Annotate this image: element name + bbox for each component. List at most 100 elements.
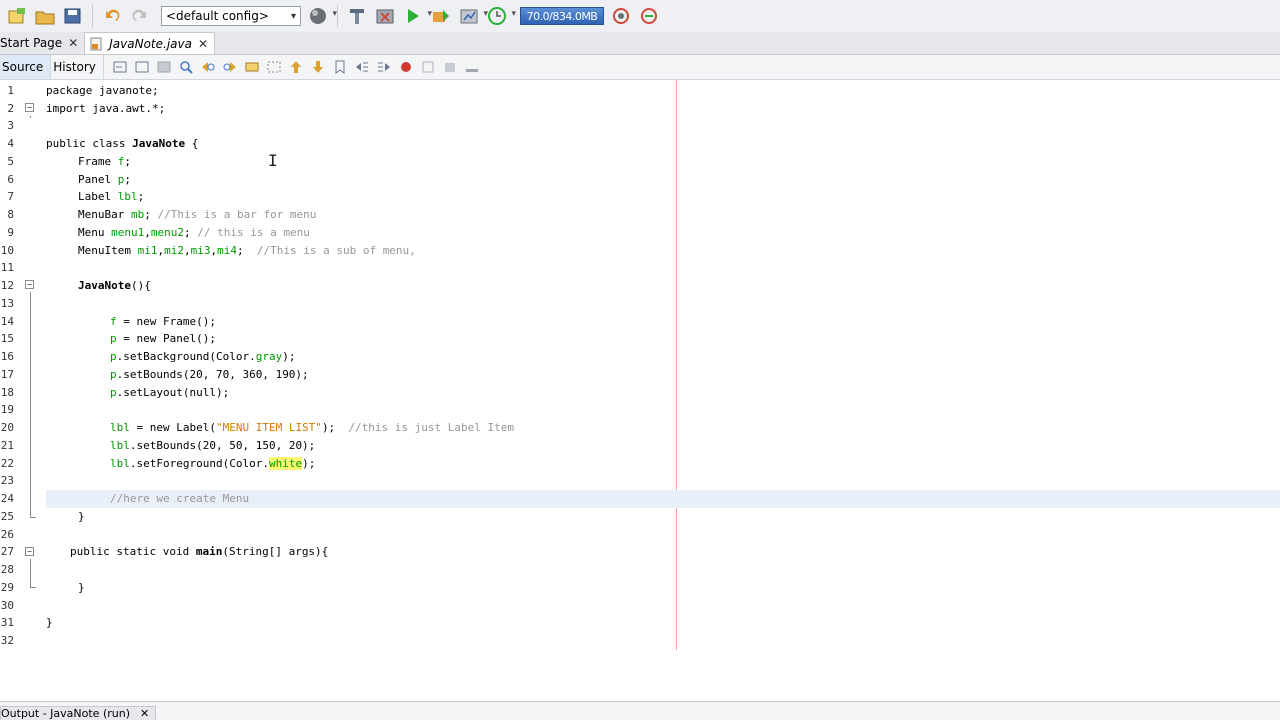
toggle-rect-select-icon[interactable]	[266, 59, 282, 75]
code-line-24: //here we create Menu	[110, 492, 250, 505]
line-number: 3	[7, 119, 14, 132]
config-dropdown[interactable]: <default config> ▾	[161, 6, 301, 26]
globe-icon[interactable]	[307, 5, 337, 27]
undo-icon[interactable]	[101, 5, 123, 27]
code-line-9: Menu menu1,menu2; // this is a menu	[78, 226, 310, 239]
memory-indicator[interactable]: 70.0/834.0MB	[520, 7, 604, 25]
forward-icon[interactable]	[156, 59, 172, 75]
new-file-icon[interactable]	[6, 5, 28, 27]
code-line-29: }	[78, 581, 85, 594]
source-tab[interactable]: Source	[0, 55, 52, 79]
prev-bookmark-icon[interactable]	[288, 59, 304, 75]
output-tab-label: Output - JavaNote (run)	[1, 707, 130, 720]
reset-icon[interactable]	[638, 5, 660, 27]
line-number: 10	[0, 244, 14, 257]
line-number: 16	[0, 350, 14, 363]
code-line-17: p.setBounds(20, 70, 360, 190);	[110, 368, 309, 381]
code-line-12: JavaNote(){	[78, 279, 151, 292]
output-tab[interactable]: Output - JavaNote (run) ✕	[0, 706, 157, 720]
code-line-22: lbl.setForeground(Color.white);	[110, 457, 316, 470]
close-icon[interactable]: ✕	[198, 37, 208, 51]
code-line-5: Frame f;	[78, 155, 131, 168]
code-line-7: Label lbl;	[78, 190, 145, 203]
java-file-icon	[90, 37, 102, 50]
find-previous-icon[interactable]	[200, 59, 216, 75]
fold-guide	[30, 116, 31, 118]
fold-toggle-icon[interactable]: −	[25, 547, 34, 556]
clean-build-icon[interactable]	[346, 5, 368, 27]
code-line-6: Panel p;	[78, 173, 131, 186]
last-edit-icon[interactable]	[112, 59, 128, 75]
line-number: 9	[7, 226, 14, 239]
tab-javanote-java[interactable]: JavaNote.java ✕	[84, 32, 216, 54]
code-line-31: }	[46, 616, 53, 629]
build-icon[interactable]	[374, 5, 396, 27]
profile-icon[interactable]	[458, 5, 488, 27]
comment-icon[interactable]	[442, 59, 458, 75]
fold-guide-end	[30, 587, 36, 588]
editor-toolbar: Source History	[0, 55, 1280, 80]
right-margin-line	[676, 80, 677, 650]
uncomment-icon[interactable]	[464, 59, 480, 75]
line-number: 8	[7, 208, 14, 221]
pause-icon[interactable]	[486, 5, 516, 27]
fold-guide	[30, 292, 31, 518]
tab-start-page[interactable]: Start Page ✕	[0, 32, 84, 54]
line-number: 29	[0, 581, 14, 594]
back-icon[interactable]	[134, 59, 150, 75]
code-line-4: public class JavaNote {	[46, 137, 199, 150]
line-number: 6	[7, 173, 14, 186]
shift-left-icon[interactable]	[354, 59, 370, 75]
line-number: 12	[0, 279, 14, 292]
code-editor[interactable]: 1 2 3 4 5 6 7 8 9 10 11 12 13 14 15 16 1…	[0, 80, 1280, 701]
code-line-27: public static void main(String[] args){	[70, 545, 329, 558]
code-line-15: p = new Panel();	[110, 332, 216, 345]
find-next-icon[interactable]	[222, 59, 238, 75]
history-tab[interactable]: History	[51, 55, 104, 79]
close-icon[interactable]: ✕	[68, 36, 78, 50]
open-project-icon[interactable]	[34, 5, 56, 27]
line-number: 20	[0, 421, 14, 434]
close-icon[interactable]: ✕	[140, 707, 149, 720]
gc-icon[interactable]	[610, 5, 632, 27]
code-line-16: p.setBackground(Color.gray);	[110, 350, 296, 363]
source-tab-label: Source	[2, 60, 44, 74]
history-tab-label: History	[53, 60, 96, 74]
run-icon[interactable]	[402, 5, 432, 27]
redo-icon[interactable]	[129, 5, 151, 27]
tab-label: Start Page	[0, 36, 63, 50]
toolbar-separator	[337, 5, 338, 27]
fold-guide	[30, 559, 31, 587]
config-label: <default config>	[166, 9, 269, 23]
toggle-bookmark-icon[interactable]	[332, 59, 348, 75]
line-number: 19	[0, 403, 14, 416]
shift-right-icon[interactable]	[376, 59, 392, 75]
debug-icon[interactable]	[430, 5, 452, 27]
line-number: 25	[0, 510, 14, 523]
fold-guide-end	[30, 517, 36, 518]
text-cursor-icon: I	[268, 151, 278, 170]
find-icon[interactable]	[178, 59, 194, 75]
toggle-highlight-icon[interactable]	[244, 59, 260, 75]
line-number: 5	[7, 155, 14, 168]
line-number: 28	[0, 563, 14, 576]
line-number: 27	[0, 545, 14, 558]
start-macro-icon[interactable]	[398, 59, 414, 75]
fold-toggle-icon[interactable]: −	[25, 280, 34, 289]
next-bookmark-icon[interactable]	[310, 59, 326, 75]
save-all-icon[interactable]	[62, 5, 84, 27]
code-line-21: lbl.setBounds(20, 50, 150, 20);	[110, 439, 316, 452]
code-line-2: import java.awt.*;	[46, 102, 166, 115]
line-number: 21	[0, 439, 14, 452]
code-line-10: MenuItem mi1,mi2,mi3,mi4; //This is a su…	[78, 244, 416, 257]
line-number: 23	[0, 474, 14, 487]
line-number: 4	[7, 137, 14, 150]
line-number: 2	[7, 102, 14, 115]
fold-toggle-icon[interactable]: −	[25, 103, 34, 112]
line-number: 14	[0, 315, 14, 328]
line-number: 22	[0, 457, 14, 470]
line-number: 32	[0, 634, 14, 647]
stop-macro-icon[interactable]	[420, 59, 436, 75]
tab-label: JavaNote.java	[109, 36, 192, 51]
line-number: 18	[0, 386, 14, 399]
